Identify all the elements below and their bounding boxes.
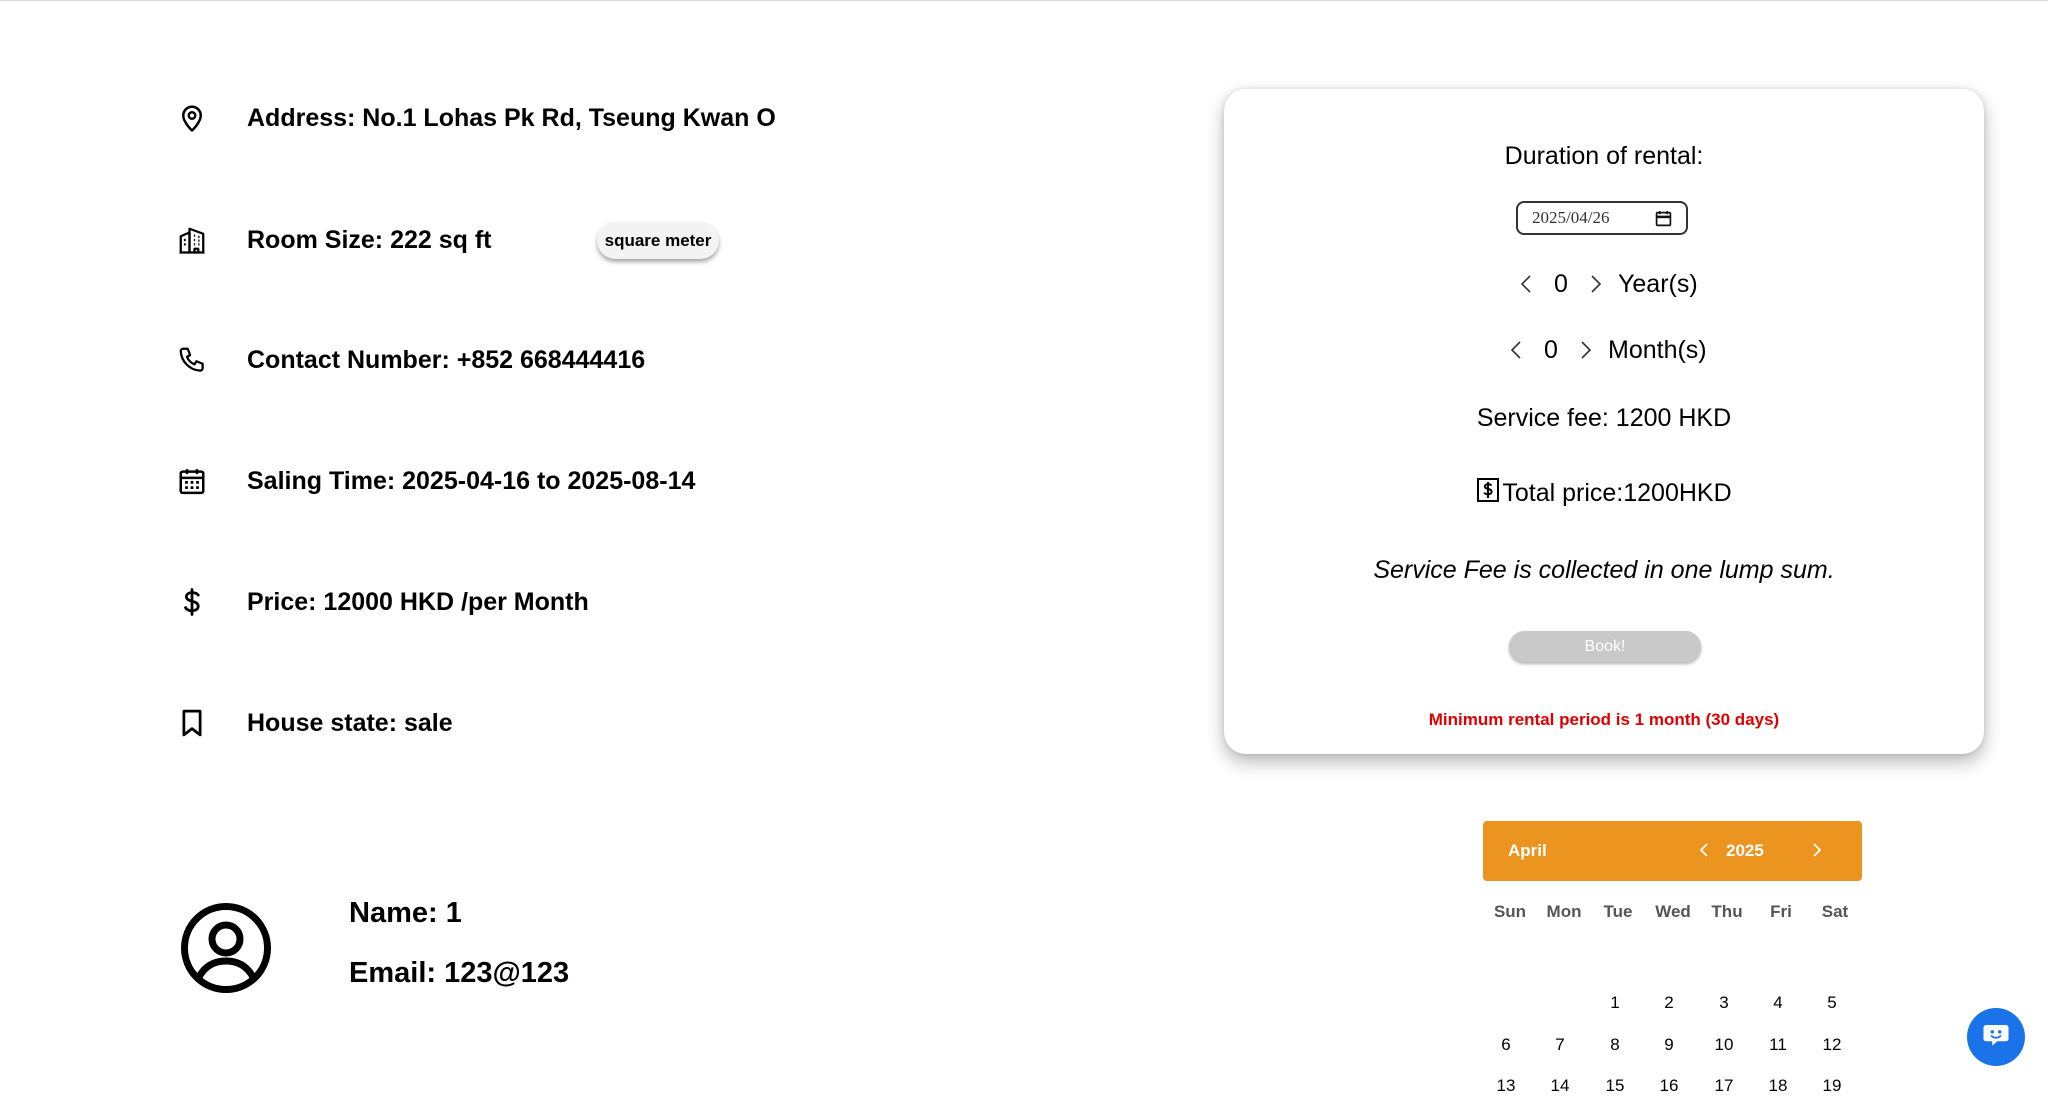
unit-toggle-button[interactable]: square meter [597, 222, 719, 259]
start-date-input[interactable]: 2025/04/26 [1516, 201, 1688, 235]
years-decrement-chevron-left-icon[interactable] [1516, 272, 1536, 296]
contact-row: Contact Number: +852 668444416 [176, 340, 645, 380]
minimum-period-warning: Minimum rental period is 1 month (30 day… [1428, 710, 1780, 729]
calendar-day[interactable]: 9 [1649, 1035, 1689, 1055]
calendar-day[interactable]: 12 [1812, 1035, 1852, 1055]
saling-time-row: Saling Time: 2025-04-16 to 2025-08-14 [176, 461, 695, 501]
calendar-day[interactable]: 17 [1704, 1076, 1744, 1096]
duration-title: Duration of rental: [1504, 142, 1704, 170]
calendar-day[interactable]: 11 [1758, 1035, 1798, 1055]
chat-button[interactable] [1967, 1008, 2025, 1066]
calendar-day[interactable]: 1 [1595, 993, 1635, 1013]
chat-bot-icon [1981, 1020, 2011, 1055]
dollar-box-icon [1476, 477, 1500, 510]
building-icon [176, 224, 208, 256]
rental-card: Duration of rental: 2025/04/26 0 Year(s)… [1224, 89, 1984, 754]
room-size-text: Room Size: 222 sq ft [247, 225, 492, 254]
price-text: Price: 12000 HKD /per Month [247, 587, 589, 616]
calendar-day[interactable]: 14 [1540, 1076, 1580, 1096]
calendar-day[interactable]: 6 [1486, 1035, 1526, 1055]
service-fee-text: Service fee: 1200 HKD [1476, 404, 1732, 432]
bookmark-icon [176, 707, 208, 739]
service-fee-note: Service Fee is collected in one lump sum… [1373, 556, 1835, 584]
date-picker-icon[interactable] [1655, 210, 1672, 232]
calendar-header: April 2025 [1483, 821, 1862, 881]
weekday-tue: Tue [1603, 902, 1633, 921]
calendar-day[interactable]: 18 [1758, 1076, 1798, 1096]
dollar-icon [176, 586, 208, 618]
weekday-sat: Sat [1821, 902, 1849, 921]
years-stepper: 0 Year(s) [1516, 266, 1698, 302]
user-circle-icon [180, 902, 272, 994]
calendar-day[interactable]: 16 [1649, 1076, 1689, 1096]
calendar-day[interactable]: 4 [1758, 993, 1798, 1013]
owner-name: Name: 1 [349, 897, 462, 929]
months-stepper: 0 Month(s) [1506, 332, 1707, 368]
months-decrement-chevron-left-icon[interactable] [1506, 338, 1526, 362]
weekday-fri: Fri [1770, 902, 1792, 921]
calendar-prev-chevron-left-icon[interactable] [1697, 838, 1711, 862]
calendar-day[interactable]: 15 [1595, 1076, 1635, 1096]
top-divider [0, 0, 2048, 1]
book-button[interactable]: Book! [1509, 631, 1701, 662]
contact-text: Contact Number: +852 668444416 [247, 345, 646, 374]
start-date-value: 2025/04/26 [1532, 208, 1610, 227]
saling-time-text: Saling Time: 2025-04-16 to 2025-08-14 [247, 466, 696, 495]
price-row: Price: 12000 HKD /per Month [176, 582, 589, 622]
months-increment-chevron-right-icon[interactable] [1576, 338, 1596, 362]
house-state-text: House state: sale [247, 708, 453, 737]
years-value: 0 [1554, 269, 1568, 298]
calendar-day[interactable]: 8 [1595, 1035, 1635, 1055]
map-pin-icon [176, 102, 208, 134]
calendar-year: 2025 [1726, 841, 1764, 860]
calendar-day[interactable]: 19 [1812, 1076, 1852, 1096]
phone-icon [176, 344, 208, 376]
years-increment-chevron-right-icon[interactable] [1586, 272, 1606, 296]
calendar-day[interactable]: 5 [1812, 993, 1852, 1013]
calendar-day[interactable]: 13 [1486, 1076, 1526, 1096]
months-label: Month(s) [1608, 335, 1707, 364]
calendar-next-chevron-right-icon[interactable] [1810, 838, 1824, 862]
house-state-row: House state: sale [176, 703, 453, 743]
total-price-text: Total price:1200HKD [1502, 479, 1732, 507]
total-price-row: Total price:1200HKD [1224, 477, 1984, 510]
address-row: Address: No.1 Lohas Pk Rd, Tseung Kwan O [176, 98, 776, 138]
weekday-sun: Sun [1493, 902, 1527, 921]
address-text: Address: No.1 Lohas Pk Rd, Tseung Kwan O [247, 103, 776, 132]
owner-email: Email: 123@123 [349, 957, 570, 989]
calendar-day[interactable]: 3 [1704, 993, 1744, 1013]
calendar-icon [176, 465, 208, 497]
calendar-day[interactable]: 10 [1704, 1035, 1744, 1055]
months-value: 0 [1544, 335, 1558, 364]
calendar-day[interactable]: 2 [1649, 993, 1689, 1013]
calendar-month: April [1508, 841, 1547, 860]
calendar-day[interactable]: 7 [1540, 1035, 1580, 1055]
weekday-wed: Wed [1655, 902, 1691, 921]
room-size-row: Room Size: 222 sq ft [176, 220, 492, 260]
years-label: Year(s) [1618, 269, 1698, 298]
weekday-mon: Mon [1546, 902, 1582, 921]
weekday-thu: Thu [1711, 902, 1743, 921]
